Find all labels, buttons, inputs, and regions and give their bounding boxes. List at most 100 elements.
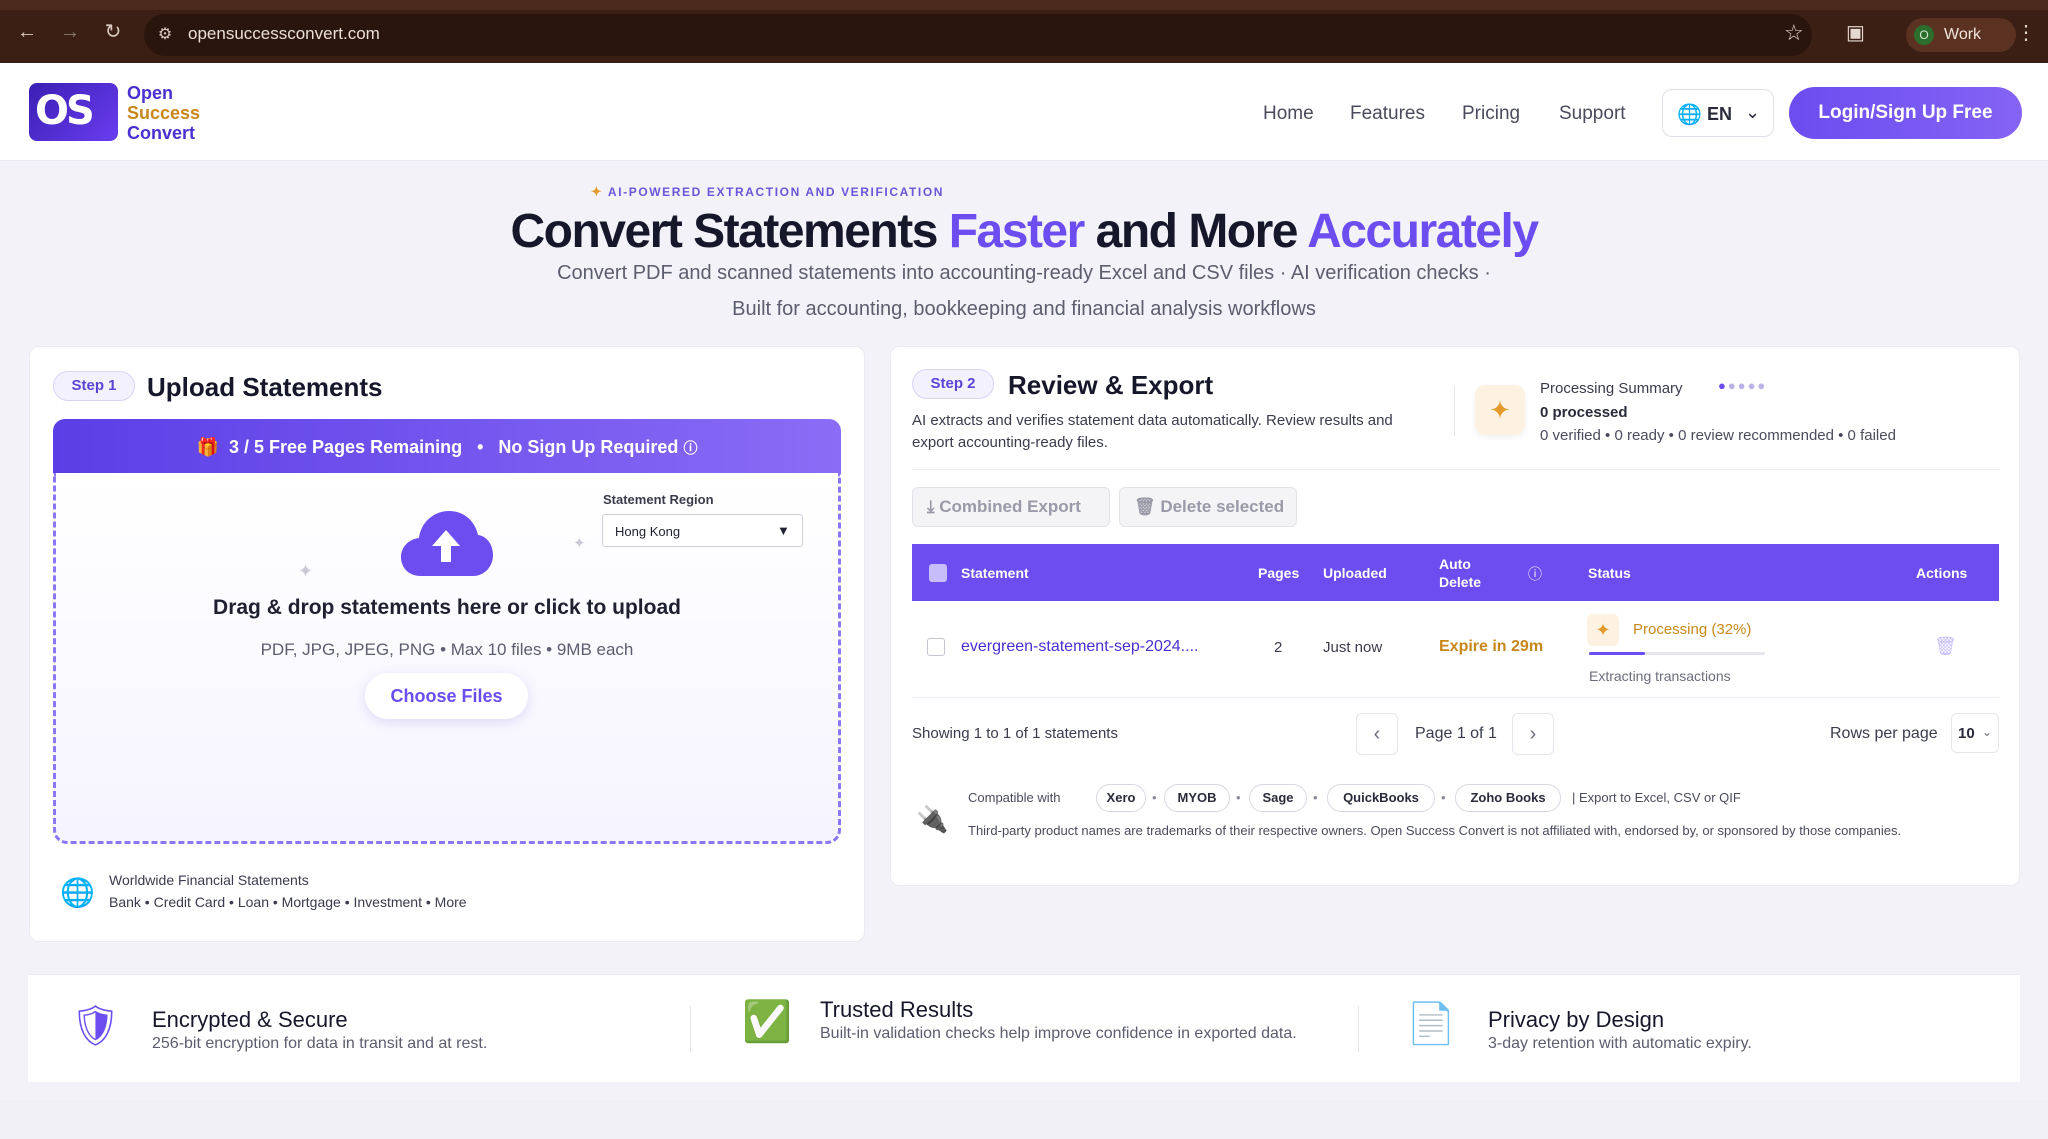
avatar: O [1914, 25, 1934, 45]
chevron-down-icon: ⌄ [1982, 725, 1993, 739]
reload-icon[interactable]: ↻ [99, 18, 127, 46]
nav-pricing[interactable]: Pricing [1462, 103, 1520, 125]
logo-line-3: Convert [127, 123, 196, 143]
col-auto-delete-2[interactable]: Delete [1439, 574, 1481, 590]
divider [1358, 1006, 1359, 1052]
login-signup-button[interactable]: Login/Sign Up Free [1789, 87, 2022, 139]
title-accent-1: Faster [948, 205, 1086, 258]
worldwide-title: Worldwide Financial Statements [109, 872, 309, 888]
download-icon: ⤓ [927, 497, 935, 516]
nav-support[interactable]: Support [1559, 103, 1626, 125]
step-2-badge: Step 2 [912, 369, 994, 399]
logo-text[interactable]: Open Success Convert [127, 83, 200, 143]
summary-details: 0 verified • 0 ready • 0 review recommen… [1540, 427, 1896, 444]
summary-title: Processing Summary [1540, 380, 1683, 397]
nav-features[interactable]: Features [1350, 103, 1425, 125]
page-title: Convert Statements Faster and More Accur… [0, 204, 2048, 259]
loading-dots: ●●●●● [1718, 378, 1768, 393]
url-text[interactable]: opensuccessconvert.com [188, 24, 380, 44]
chip-quickbooks: QuickBooks [1327, 784, 1435, 812]
col-pages[interactable]: Pages [1258, 565, 1299, 581]
hero-tag-text: AI-POWERED EXTRACTION AND VERIFICATION [607, 185, 945, 199]
globe-icon: 🌐 [60, 877, 95, 908]
extensions-icon[interactable]: ▣ [1846, 20, 1865, 45]
combined-export-button[interactable]: ⤓ Combined Export [912, 487, 1110, 527]
features-strip: 🛡 Encrypted & Secure 256-bit encryption … [28, 974, 2020, 1082]
review-title: Review & Export [1008, 370, 1214, 400]
back-arrow-icon[interactable]: ← [13, 18, 41, 46]
delete-selected-label: Delete selected [1160, 497, 1285, 516]
kebab-menu-icon[interactable]: ⋮ [2016, 20, 2036, 45]
feature-title: Privacy by Design [1488, 1007, 1665, 1032]
rows-per-page-value: 10 [1958, 725, 1975, 742]
chip-xero: Xero [1096, 784, 1146, 812]
row-auto-delete: Expire in 29m [1439, 638, 1544, 655]
nav-home[interactable]: Home [1263, 103, 1314, 125]
col-statement[interactable]: Statement [961, 565, 1029, 581]
table-header: Statement Pages Uploaded Auto Delete ⓘ S… [912, 544, 1999, 601]
delete-selected-button[interactable]: 🗑 Delete selected [1119, 487, 1297, 527]
gift-icon: 🎁 [196, 437, 219, 457]
address-bar[interactable] [144, 14, 1812, 56]
cloud-upload-icon [401, 511, 493, 576]
page-footer-edge [0, 1100, 2048, 1139]
statement-file-link[interactable]: evergreen-statement-sep-2024.... [961, 638, 1198, 656]
globe-icon: 🌐 [1677, 104, 1702, 126]
rows-per-page-select[interactable]: 10 ⌄ [1951, 713, 1999, 753]
separator-dot: • [1313, 790, 1318, 805]
trash-icon: 🗑 [1134, 497, 1156, 516]
divider [690, 1006, 691, 1052]
title-accent-2: Accurately [1307, 205, 1539, 258]
col-auto-delete-1[interactable]: Auto [1439, 556, 1471, 572]
prev-page-button[interactable]: ‹ [1356, 713, 1398, 755]
chevron-down-icon: ⌄ [1745, 102, 1761, 122]
divider [912, 469, 1999, 470]
site-info-icon[interactable]: ⚙ [153, 23, 177, 47]
language-select[interactable]: 🌐 EN ⌄ [1662, 89, 1774, 137]
summary-count: 0 processed [1540, 404, 1628, 421]
feature-desc: 3-day retention with automatic expiry. [1488, 1035, 1752, 1052]
next-page-button[interactable]: › [1512, 713, 1554, 755]
upload-title: Upload Statements [147, 372, 383, 402]
title-part-2: and More [1083, 205, 1308, 258]
summary-divider [1454, 386, 1455, 436]
logo[interactable]: OS [29, 83, 118, 141]
region-select[interactable]: Hong Kong ▼ [602, 514, 803, 547]
compatible-label: Compatible with [968, 790, 1061, 805]
logo-mark: OS [35, 88, 95, 134]
row-checkbox[interactable] [927, 638, 945, 656]
col-uploaded[interactable]: Uploaded [1323, 565, 1387, 581]
row-status: Processing (32%) [1633, 621, 1752, 638]
page-indicator: Page 1 of 1 [1415, 725, 1497, 742]
info-icon[interactable]: ⓘ [683, 440, 697, 456]
select-all-checkbox[interactable] [929, 564, 947, 582]
divider [912, 697, 1999, 698]
region-value: Hong Kong [615, 524, 681, 539]
col-actions: Actions [1916, 565, 1968, 581]
col-status[interactable]: Status [1588, 565, 1631, 581]
choose-files-button[interactable]: Choose Files [365, 673, 528, 719]
feature-title: Trusted Results [820, 997, 974, 1022]
profile-button[interactable]: O Work [1906, 18, 2016, 52]
logo-line-2: Success [127, 103, 201, 123]
chip-sage: Sage [1249, 784, 1307, 812]
forward-arrow-icon[interactable]: → [56, 18, 84, 46]
progress-fill [1589, 652, 1646, 655]
separator-dot: • [1236, 790, 1241, 805]
separator-dot: • [1441, 790, 1446, 805]
trash-icon[interactable]: 🗑 [1934, 636, 1957, 657]
chip-zoho-books: Zoho Books [1455, 784, 1561, 812]
progress-bar [1589, 652, 1765, 655]
sparkle-icon: ✦ [573, 535, 586, 552]
plug-icon: 🔌 [916, 804, 949, 834]
accepted-formats: PDF, JPG, JPEG, PNG • Max 10 files • 9MB… [260, 640, 634, 659]
help-icon[interactable]: ⓘ [1528, 564, 1542, 584]
no-signup-text: No Sign Up Required [498, 437, 679, 457]
step-1-badge: Step 1 [53, 371, 135, 401]
logo-line-1: Open [127, 83, 174, 103]
star-icon[interactable]: ☆ [1784, 20, 1804, 46]
separator-dot: • [1152, 790, 1157, 805]
region-label: Statement Region [603, 492, 714, 507]
feature-desc: Built-in validation checks help improve … [820, 1025, 1297, 1042]
hero-subtitle: Convert PDF and scanned statements into … [557, 262, 1491, 284]
